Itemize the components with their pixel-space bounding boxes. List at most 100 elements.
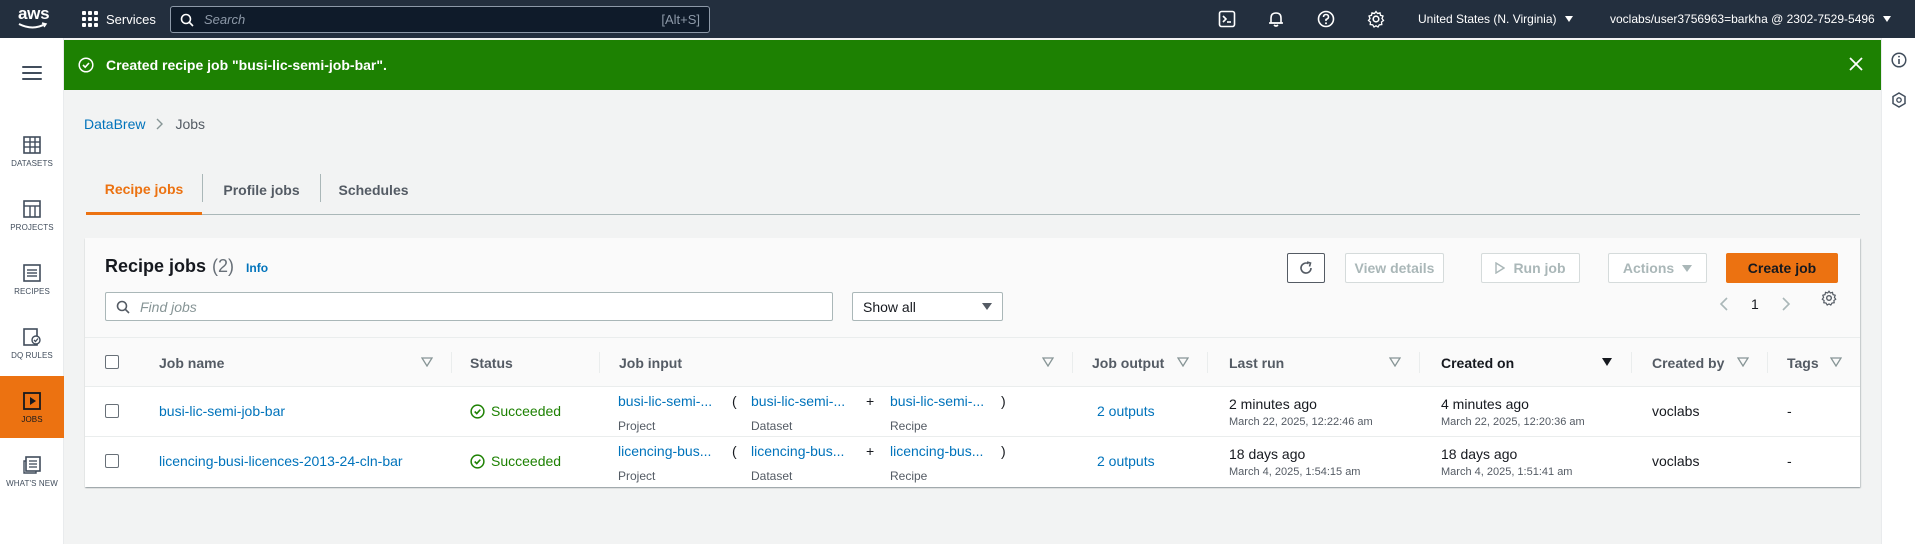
rail-item-datasets[interactable]: DATASETS	[0, 120, 64, 182]
rail-item-label: DATASETS	[11, 158, 53, 168]
rail-item-recipes[interactable]: RECIPES	[0, 248, 64, 310]
column-header-job-input[interactable]: Job input	[619, 338, 682, 387]
sort-descending-icon[interactable]	[1601, 357, 1613, 367]
rail-item-whats-new[interactable]: WHAT'S NEW	[0, 440, 64, 502]
input-project-link[interactable]: licencing-bus...	[618, 443, 718, 459]
job-name-link[interactable]: busi-lic-semi-job-bar	[159, 403, 285, 419]
sort-icon[interactable]	[1737, 357, 1749, 367]
actions-button[interactable]: Actions	[1608, 253, 1707, 283]
info-link[interactable]: Info	[246, 261, 268, 275]
region-label: United States (N. Virginia)	[1418, 12, 1557, 26]
region-selector[interactable]: United States (N. Virginia)	[1418, 0, 1573, 38]
status-badge: Succeeded	[470, 453, 561, 469]
status-text: Succeeded	[491, 403, 562, 419]
find-jobs-input[interactable]: Find jobs	[105, 292, 833, 321]
input-project-link[interactable]: busi-lic-semi-...	[618, 393, 718, 409]
search-icon	[180, 13, 194, 27]
input-dataset-link[interactable]: licencing-bus...	[751, 443, 851, 459]
tab-schedules[interactable]: Schedules	[321, 165, 426, 215]
input-recipe-link[interactable]: busi-lic-semi-...	[890, 393, 990, 409]
job-tabs: Recipe jobs Profile jobs Schedules	[86, 165, 1860, 215]
chevron-right-icon[interactable]	[1781, 297, 1791, 311]
select-all-checkbox[interactable]	[105, 355, 119, 369]
panel-title-group: Recipe jobs (2) Info	[105, 256, 268, 277]
last-run-timestamp: March 22, 2025, 12:22:46 am	[1229, 416, 1373, 428]
refresh-button[interactable]	[1287, 253, 1325, 283]
plus-sign: +	[866, 393, 875, 409]
column-header-status[interactable]: Status	[470, 338, 513, 387]
job-name-link[interactable]: licencing-busi-licences-2013-24-cln-bar	[159, 453, 403, 469]
sort-icon[interactable]	[421, 357, 433, 367]
flash-message: Created recipe job "busi-lic-semi-job-ba…	[106, 57, 387, 73]
job-output-link[interactable]: 2 outputs	[1097, 453, 1155, 469]
aws-smile-icon	[18, 22, 48, 29]
search-shortcut: [Alt+S]	[661, 12, 700, 27]
table-row[interactable]: licencing-busi-licences-2013-24-cln-bar …	[85, 437, 1860, 487]
info-icon[interactable]	[1891, 52, 1907, 68]
aws-logo[interactable]: aws	[18, 5, 52, 33]
rail-item-projects[interactable]: PROJECTS	[0, 184, 64, 246]
paren-open: (	[732, 393, 737, 409]
services-grid-icon	[82, 11, 98, 27]
aws-logo-text: aws	[18, 4, 50, 23]
column-header-created-on[interactable]: Created on	[1441, 338, 1514, 387]
sort-icon[interactable]	[1042, 357, 1054, 367]
rail-item-dq-rules[interactable]: DQ RULES	[0, 312, 64, 374]
input-recipe-link[interactable]: licencing-bus...	[890, 443, 990, 459]
sort-icon[interactable]	[1830, 357, 1842, 367]
panel-title: Recipe jobs	[105, 256, 207, 276]
run-job-label: Run job	[1513, 260, 1566, 276]
cloudshell-icon[interactable]	[1218, 10, 1236, 28]
tab-recipe-jobs[interactable]: Recipe jobs	[86, 165, 202, 215]
tab-profile-jobs[interactable]: Profile jobs	[203, 165, 320, 215]
created-on-timestamp: March 22, 2025, 12:20:36 am	[1441, 416, 1585, 428]
job-output-link[interactable]: 2 outputs	[1097, 403, 1155, 419]
chevron-left-icon[interactable]	[1719, 297, 1729, 311]
menu-icon[interactable]	[22, 66, 42, 80]
input-dataset-label: Dataset	[751, 469, 793, 483]
paren-open: (	[732, 443, 737, 459]
rules-icon	[23, 327, 41, 346]
breadcrumb-jobs: Jobs	[175, 116, 206, 132]
hexagon-icon[interactable]	[1891, 92, 1907, 108]
column-header-tags[interactable]: Tags	[1787, 338, 1819, 387]
right-tools-rail	[1881, 38, 1915, 544]
rail-item-label: PROJECTS	[10, 222, 54, 232]
column-header-job-name[interactable]: Job name	[159, 338, 224, 387]
filter-select[interactable]: Show all	[852, 292, 1003, 321]
panel-header: Recipe jobs (2) Info View details Run jo…	[85, 238, 1860, 338]
rail-item-jobs[interactable]: JOBS	[0, 376, 64, 438]
input-dataset-link[interactable]: busi-lic-semi-...	[751, 393, 851, 409]
close-icon[interactable]	[1847, 55, 1865, 73]
global-search-input[interactable]: Search [Alt+S]	[170, 6, 710, 33]
help-icon[interactable]	[1317, 10, 1335, 28]
account-menu[interactable]: voclabs/user3756963=barkha @ 2302-7529-5…	[1610, 0, 1891, 38]
column-header-last-run[interactable]: Last run	[1229, 338, 1284, 387]
input-dataset-label: Dataset	[751, 419, 793, 433]
sort-icon[interactable]	[1389, 357, 1401, 367]
play-icon	[1495, 262, 1506, 274]
tags-value: -	[1787, 403, 1792, 419]
row-checkbox[interactable]	[105, 404, 119, 418]
row-checkbox[interactable]	[105, 454, 119, 468]
breadcrumb-databrew[interactable]: DataBrew	[84, 116, 145, 132]
created-by: voclabs	[1652, 403, 1700, 419]
page-number[interactable]: 1	[1751, 296, 1759, 312]
column-header-job-output[interactable]: Job output	[1092, 338, 1164, 387]
create-job-button[interactable]: Create job	[1726, 253, 1838, 283]
services-menu[interactable]: Services	[82, 0, 156, 38]
run-job-button[interactable]: Run job	[1481, 253, 1580, 283]
bell-icon[interactable]	[1267, 10, 1285, 28]
paren-close: )	[1001, 393, 1006, 409]
settings-icon[interactable]	[1821, 290, 1837, 306]
recipe-jobs-panel: Recipe jobs (2) Info View details Run jo…	[85, 238, 1860, 487]
column-header-created-by[interactable]: Created by	[1652, 338, 1724, 387]
settings-icon[interactable]	[1367, 10, 1385, 28]
chevron-down-icon	[1682, 264, 1693, 272]
created-on-timestamp: March 4, 2025, 1:51:41 am	[1441, 466, 1573, 478]
table-row[interactable]: busi-lic-semi-job-bar Succeeded busi-lic…	[85, 387, 1860, 437]
actions-label: Actions	[1622, 260, 1675, 276]
search-placeholder: Search	[204, 12, 246, 27]
sort-icon[interactable]	[1177, 357, 1189, 367]
view-details-button[interactable]: View details	[1345, 253, 1444, 283]
